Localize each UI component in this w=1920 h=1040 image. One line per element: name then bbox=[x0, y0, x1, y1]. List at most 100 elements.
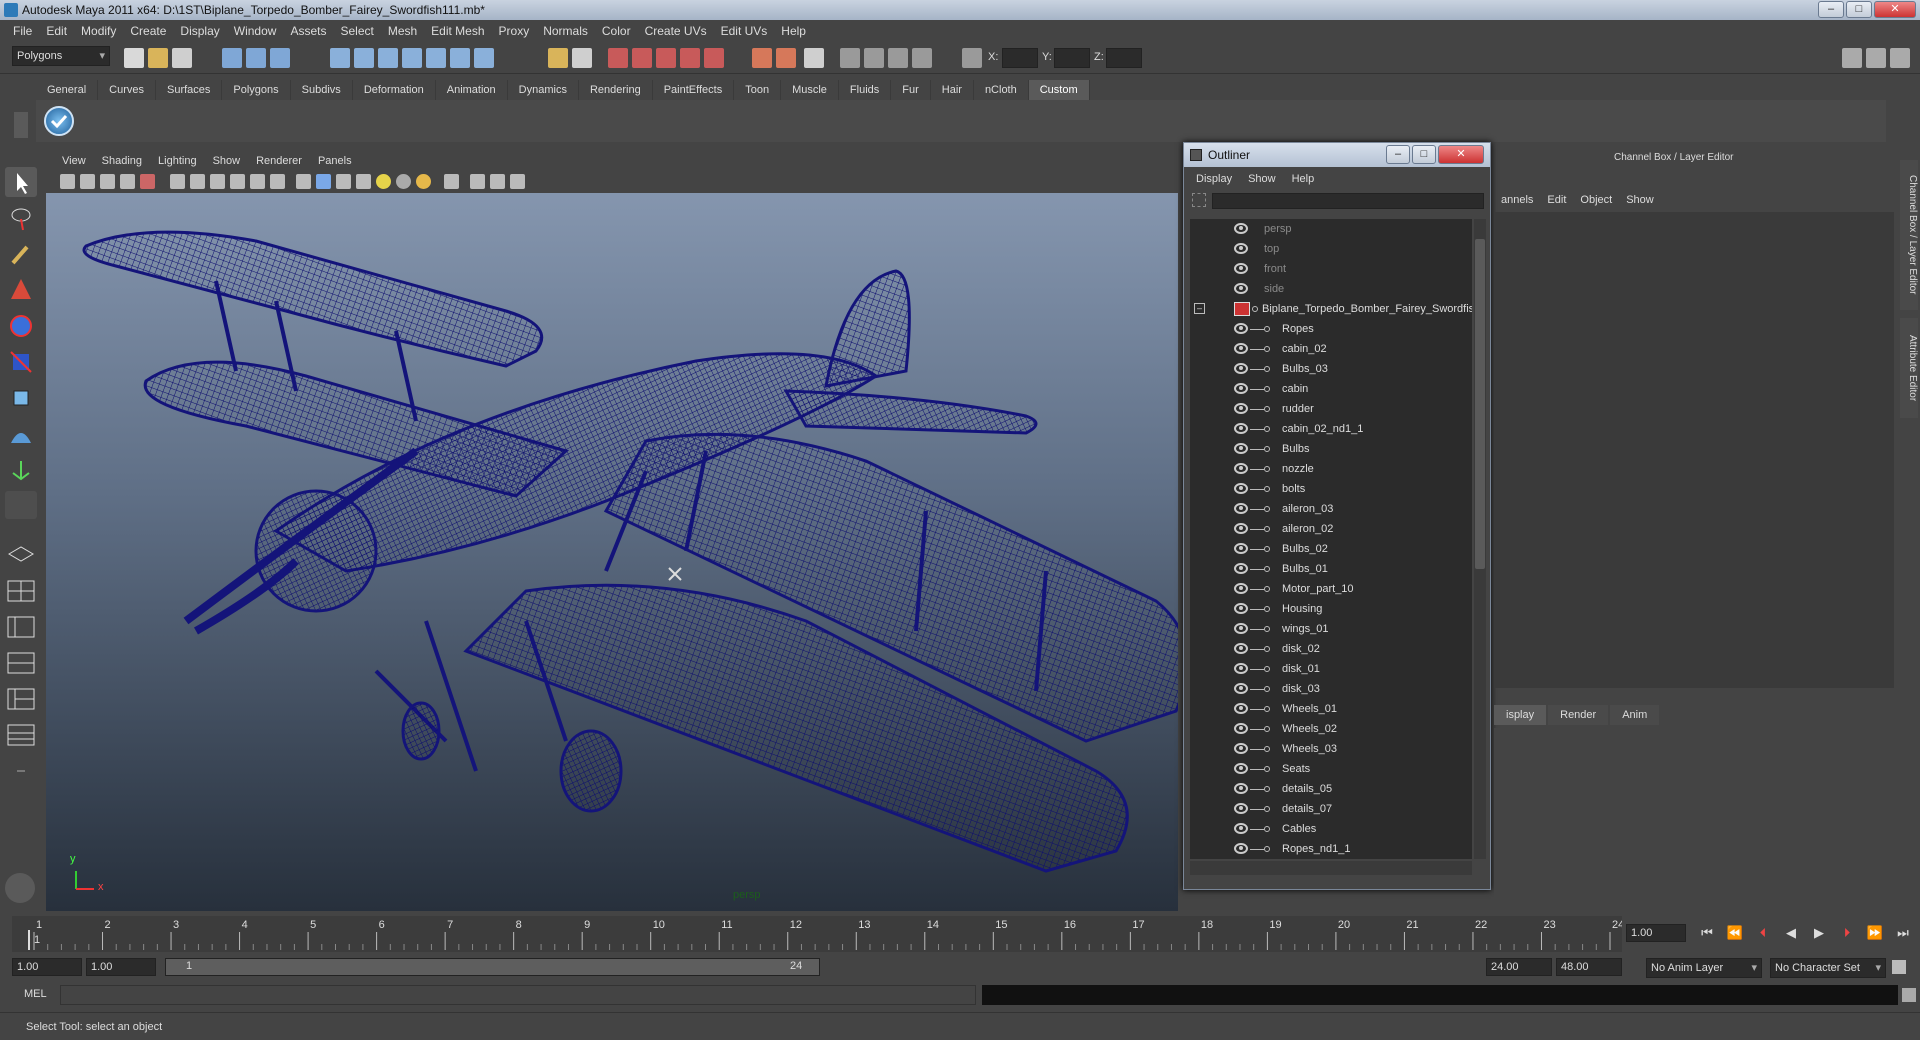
snap-grid-icon[interactable] bbox=[330, 48, 350, 68]
shelf-tab-painteffects[interactable]: PaintEffects bbox=[653, 80, 735, 100]
current-frame-field[interactable]: 1.00 bbox=[1626, 924, 1686, 942]
paint-select-tool-icon[interactable] bbox=[5, 239, 37, 269]
viewport-menu-lighting[interactable]: Lighting bbox=[150, 155, 205, 167]
channel-box-menu-edit[interactable]: Edit bbox=[1540, 190, 1573, 210]
ipr-render-icon[interactable] bbox=[632, 48, 652, 68]
play-forward-button[interactable]: ▶ bbox=[1810, 924, 1828, 942]
viewport-menu-panels[interactable]: Panels bbox=[310, 155, 360, 167]
menu-window[interactable]: Window bbox=[227, 24, 284, 38]
menu-modify[interactable]: Modify bbox=[74, 24, 123, 38]
four-pane-layout-icon[interactable] bbox=[5, 575, 37, 605]
outliner-item[interactable]: aileron_03 bbox=[1190, 499, 1472, 519]
scale-tool-icon[interactable] bbox=[5, 347, 37, 377]
outliner-item[interactable]: Ropes_nd1_1 bbox=[1190, 839, 1472, 859]
mel-input[interactable] bbox=[60, 985, 976, 1005]
outliner-scroll-thumb[interactable] bbox=[1475, 239, 1485, 569]
side-tab-channel-box[interactable]: Channel Box / Layer Editor bbox=[1900, 160, 1918, 310]
shelf-tab-hair[interactable]: Hair bbox=[931, 80, 974, 100]
go-to-start-button[interactable]: ⏮ bbox=[1698, 924, 1716, 942]
viewport-menu-renderer[interactable]: Renderer bbox=[248, 155, 310, 167]
toolbox-collapse-icon[interactable] bbox=[5, 759, 37, 783]
collapse-icon[interactable]: – bbox=[1194, 303, 1205, 314]
render-view-icon[interactable] bbox=[704, 48, 724, 68]
animation-end-field[interactable]: 48.00 bbox=[1556, 958, 1622, 976]
outliner-item[interactable]: Wheels_02 bbox=[1190, 719, 1472, 739]
outliner-close-button[interactable]: ✕ bbox=[1438, 145, 1484, 164]
layer-tab-display[interactable]: isplay bbox=[1494, 705, 1547, 725]
shelf-tab-general[interactable]: General bbox=[36, 80, 99, 100]
step-forward-frame-button[interactable]: ⏵ bbox=[1838, 924, 1856, 942]
outliner-item[interactable]: aileron_02 bbox=[1190, 519, 1472, 539]
side-tab-attribute-editor[interactable]: Attribute Editor bbox=[1900, 318, 1918, 418]
shelf-tab-animation[interactable]: Animation bbox=[436, 80, 508, 100]
outliner-maximize-button[interactable]: □ bbox=[1412, 145, 1436, 164]
bookmark-icon[interactable] bbox=[100, 174, 115, 189]
time-cursor[interactable] bbox=[28, 930, 30, 950]
outliner-item[interactable]: Motor_part_10 bbox=[1190, 579, 1472, 599]
show-tool-settings-icon[interactable] bbox=[1866, 48, 1886, 68]
lock-icon[interactable] bbox=[548, 48, 568, 68]
outliner-camera-front[interactable]: front bbox=[1190, 259, 1472, 279]
menu-set-dropdown[interactable]: Polygons bbox=[12, 46, 110, 66]
outliner-item[interactable]: cabin bbox=[1190, 379, 1472, 399]
isolate-select-icon[interactable] bbox=[444, 174, 459, 189]
outliner-item[interactable]: bolts bbox=[1190, 479, 1472, 499]
xray-icon[interactable] bbox=[470, 174, 485, 189]
command-icon[interactable] bbox=[5, 873, 35, 903]
outliner-item[interactable]: Ropes bbox=[1190, 319, 1472, 339]
select-object-icon[interactable] bbox=[246, 48, 266, 68]
menu-normals[interactable]: Normals bbox=[536, 24, 595, 38]
open-scene-icon[interactable] bbox=[148, 48, 168, 68]
single-pane-layout-icon[interactable] bbox=[5, 539, 37, 569]
outliner-search-input[interactable] bbox=[1212, 193, 1484, 209]
channel-box-area[interactable] bbox=[1494, 212, 1894, 688]
hypershade-persp-layout-icon[interactable] bbox=[5, 683, 37, 713]
history-icon[interactable] bbox=[450, 48, 470, 68]
layer-tab-render[interactable]: Render bbox=[1548, 705, 1609, 725]
snap-point-icon[interactable] bbox=[378, 48, 398, 68]
help-icon[interactable] bbox=[474, 48, 494, 68]
channel-box-menu-show[interactable]: Show bbox=[1619, 190, 1661, 210]
outliner-item[interactable]: Housing bbox=[1190, 599, 1472, 619]
menu-display[interactable]: Display bbox=[173, 24, 226, 38]
viewport-menu-shading[interactable]: Shading bbox=[94, 155, 150, 167]
field-chart-icon[interactable] bbox=[230, 174, 245, 189]
viewport-menu-show[interactable]: Show bbox=[205, 155, 249, 167]
outliner-item[interactable]: Cables bbox=[1190, 819, 1472, 839]
render-current-icon[interactable] bbox=[608, 48, 628, 68]
selection-mask-icon[interactable] bbox=[572, 48, 592, 68]
use-all-lights-icon[interactable] bbox=[396, 174, 411, 189]
step-back-frame-button[interactable]: ⏴ bbox=[1754, 924, 1772, 942]
rotate-tool-icon[interactable] bbox=[5, 311, 37, 341]
outliner-item[interactable]: Bulbs_02 bbox=[1190, 539, 1472, 559]
snap-transform-icon[interactable] bbox=[962, 48, 982, 68]
gate-mask-icon[interactable] bbox=[210, 174, 225, 189]
universal-manipulator-icon[interactable] bbox=[5, 383, 37, 413]
menu-file[interactable]: File bbox=[6, 24, 39, 38]
menu-create[interactable]: Create bbox=[123, 24, 173, 38]
snap-view-plane-icon[interactable] bbox=[402, 48, 422, 68]
step-back-key-button[interactable]: ⏪ bbox=[1726, 924, 1744, 942]
show-attribute-editor-icon[interactable] bbox=[1842, 48, 1862, 68]
move-tool-icon[interactable] bbox=[5, 275, 37, 305]
lasso-tool-icon[interactable] bbox=[5, 203, 37, 233]
viewport-persp[interactable]: y x bbox=[46, 151, 1178, 911]
camera-icon[interactable] bbox=[840, 48, 860, 68]
outliner-item[interactable]: disk_02 bbox=[1190, 639, 1472, 659]
layer-tab-anim[interactable]: Anim bbox=[1610, 705, 1660, 725]
camera-attributes-icon[interactable] bbox=[864, 48, 884, 68]
outliner-root-group[interactable]: – Biplane_Torpedo_Bomber_Fairey_Swordfis bbox=[1190, 299, 1472, 319]
input-line-icon[interactable] bbox=[752, 48, 772, 68]
outliner-item[interactable]: wings_01 bbox=[1190, 619, 1472, 639]
outliner-item[interactable]: nozzle bbox=[1190, 459, 1472, 479]
menu-edit-uvs[interactable]: Edit UVs bbox=[714, 24, 775, 38]
shelf-tab-fur[interactable]: Fur bbox=[891, 80, 931, 100]
animation-start-field[interactable]: 1.00 bbox=[12, 958, 82, 976]
menu-help[interactable]: Help bbox=[774, 24, 813, 38]
toggle-sidebar-icon[interactable] bbox=[804, 48, 824, 68]
graph-persp-layout-icon[interactable] bbox=[5, 647, 37, 677]
time-slider[interactable]: 1 2 3 4 5 6 7 8 9 10 11 12 13 14 15 16 17 18 19 20 21 22 23 24 … bbox=[12, 916, 1622, 952]
menu-mesh[interactable]: Mesh bbox=[381, 24, 424, 38]
outliner-item[interactable]: rudder bbox=[1190, 399, 1472, 419]
mel-label[interactable]: MEL bbox=[24, 988, 47, 1000]
